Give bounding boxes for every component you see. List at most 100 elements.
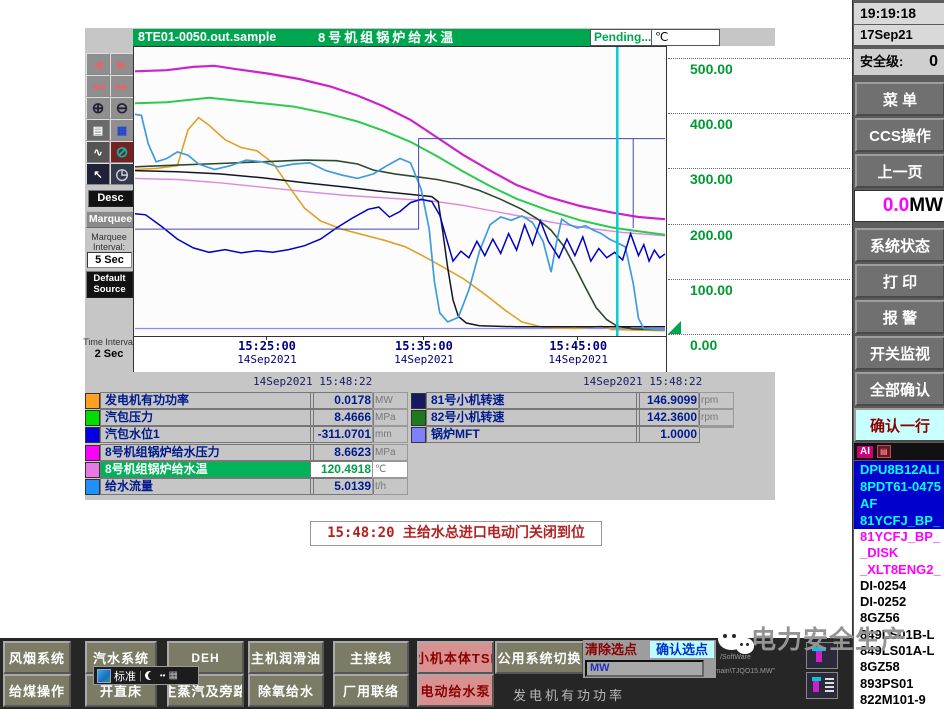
bottom-button-common-switch[interactable]: 公用系统切换: [495, 641, 584, 674]
fast-back-icon[interactable]: ◀◀: [86, 75, 110, 97]
step-back-icon[interactable]: ◀: [86, 53, 110, 75]
marquee-interval-input[interactable]: 5 Sec: [87, 252, 132, 268]
pen-value: 8.6623: [310, 443, 374, 461]
desc-button[interactable]: Desc: [88, 190, 133, 207]
table-icon[interactable]: ▦: [110, 119, 134, 141]
bottom-button-除氧给水[interactable]: 除氧给水: [248, 674, 324, 707]
pen-color-swatch: [411, 393, 426, 409]
zoom-out-icon[interactable]: ⊖: [110, 97, 134, 119]
alarm-list-item[interactable]: 893PS01: [857, 676, 944, 692]
pen-name[interactable]: 8号机组锅炉给水温: [100, 460, 314, 478]
bottom-button-小机本体TSI[interactable]: 小机本体TSI: [417, 641, 494, 674]
pen-row[interactable]: 8号机组锅炉给水压力 8.6623 MPa: [85, 443, 409, 461]
pen-name[interactable]: 给水流量: [100, 478, 314, 495]
alarm-list[interactable]: DPU8B12ALI 8PDT61-0475 AF 81YCFJ_BP_ 81YCFJ_…: [854, 461, 944, 709]
pen-name[interactable]: 发电机有功功率: [100, 392, 314, 409]
wechat-icon-small-bubble: [736, 637, 754, 654]
alarm-list-item[interactable]: DPU8B12ALI: [857, 461, 944, 478]
sidebar-button-5[interactable]: 打 印: [855, 264, 944, 298]
y-axis-column: 500.00 400.00 300.00 200.00 100.00 0.00: [668, 46, 850, 372]
fast-forward-icon[interactable]: ▶▶: [110, 75, 134, 97]
pen-unit: rpm: [698, 392, 734, 409]
pen-row[interactable]: 发电机有功功率 0.0178 MW: [85, 392, 409, 409]
unit-box[interactable]: ℃: [651, 29, 720, 46]
pen-name[interactable]: 汽包压力: [100, 409, 314, 427]
alarm-list-item[interactable]: 8GZ58: [857, 659, 944, 675]
trend-plot[interactable]: [133, 46, 667, 337]
pen-value: 142.3600: [636, 409, 700, 427]
pen-color-swatch: [411, 427, 426, 444]
sidebar-button-1[interactable]: 菜 单: [855, 82, 944, 116]
list-lines-glyph: [825, 678, 834, 692]
cursor-icon[interactable]: ↖: [86, 163, 110, 185]
zoom-in-icon[interactable]: ⊕: [86, 97, 110, 119]
pen-color-swatch: [85, 479, 100, 495]
alarm-list-item[interactable]: 822M101-9: [857, 692, 944, 708]
pen-name[interactable]: 汽包水位1: [100, 426, 314, 444]
pen-row[interactable]: 汽包水位1 -311.0701 mm: [85, 426, 409, 444]
pen-color-swatch: [85, 444, 100, 461]
pen-row[interactable]: 给水流量 5.0139 t/h: [85, 478, 409, 495]
ime-fullhalf-icon[interactable]: [148, 671, 157, 680]
pen-row[interactable]: 汽包压力 8.4666 MPa: [85, 409, 409, 427]
select-panel: 清除选点 确认选点 MW: [583, 640, 716, 678]
pen-row[interactable]: 82号小机转速 142.3600 rpm: [411, 409, 737, 427]
pen-name[interactable]: 81号小机转速: [426, 392, 640, 409]
sidebar-button-3[interactable]: 上一页: [855, 154, 944, 188]
alarm-list-item[interactable]: DI-0254: [857, 578, 944, 594]
alarm-list-item[interactable]: AF: [857, 495, 944, 512]
sidebar-button-4[interactable]: 系统状态: [855, 228, 944, 262]
pen-color-swatch: [85, 427, 100, 444]
ime-punct-icon[interactable]: ••: [160, 671, 166, 680]
watermark: 电力安全生产: [718, 620, 907, 656]
bottom-button-电动给水泵[interactable]: 电动给水泵: [417, 674, 494, 707]
pen-row[interactable]: 81号小机转速 146.9099 rpm: [411, 392, 737, 409]
y-tick-label: 500.00: [690, 61, 733, 78]
sidebar-button-8[interactable]: 全部确认: [855, 372, 944, 406]
default-source-button[interactable]: Default Source: [86, 271, 133, 298]
time-interval-value: 2 Sec: [94, 348, 124, 360]
pen-row[interactable]: 8号机组锅炉给水温 120.4918 ℃: [85, 460, 409, 478]
ack-one-line-button[interactable]: 确认一行: [854, 408, 944, 442]
sidebar-button-7[interactable]: 开关监视: [855, 336, 944, 370]
pen-row[interactable]: 锅炉MFT 1.0000: [411, 426, 737, 444]
trend-icon[interactable]: ∿: [86, 141, 110, 163]
pen-table-left: 发电机有功功率 0.0178 MW 汽包压力 8.4666 MPa 汽包水位1 -311.07…: [85, 392, 409, 497]
sample-name-bar: 8TE01-0050.out.sample: [133, 29, 315, 46]
alarm-list-item[interactable]: 81YCFJ_BP_: [857, 512, 944, 529]
report-icon[interactable]: ▤: [86, 119, 110, 141]
disable-icon[interactable]: ⊘: [110, 141, 134, 163]
bottom-button-风烟系统[interactable]: 风烟系统: [3, 641, 71, 674]
date: 17Sep21: [854, 25, 944, 45]
alarm-list-item[interactable]: _XLT8ENG2_: [857, 562, 944, 578]
bottom-button-给煤操作[interactable]: 给煤操作: [3, 674, 71, 707]
bottom-button-主机润滑油[interactable]: 主机润滑油: [248, 641, 324, 674]
confirm-select-button[interactable]: 确认选点: [650, 641, 714, 658]
alarm-list-item[interactable]: DI-0252: [857, 594, 944, 610]
alarm-badges: AI ▤: [854, 443, 944, 460]
security-level-label: 安全级:: [860, 54, 904, 69]
time-cursor-icon[interactable]: ◷: [110, 163, 134, 185]
alarm-list-item[interactable]: _DISK: [857, 545, 944, 561]
footer-strip: 14Sep2021 15:48:22 14Sep2021 15:48:22: [85, 372, 775, 390]
sidebar-button-6[interactable]: 报 警: [855, 300, 944, 334]
bottom-button-主接线[interactable]: 主接线: [333, 641, 409, 674]
pen-name[interactable]: 锅炉MFT: [426, 426, 640, 444]
ime-toolbar[interactable]: 标准 | •• ▦: [93, 666, 199, 685]
marquee-button[interactable]: Marquee: [86, 211, 135, 228]
point-unit-input[interactable]: MW: [585, 660, 704, 677]
step-forward-icon[interactable]: ▶: [110, 53, 134, 75]
trend-list-tool-icon[interactable]: [806, 672, 838, 699]
clear-select-button[interactable]: 清除选点: [585, 641, 648, 658]
bottom-button-厂用联络[interactable]: 厂用联络: [333, 674, 409, 707]
ime-mode-icon[interactable]: [97, 668, 111, 683]
alarm-list-item[interactable]: 81YCFJ_BP_: [857, 529, 944, 545]
pen-name[interactable]: 82号小机转速: [426, 409, 640, 427]
security-level-value: 0: [929, 53, 938, 70]
pen-name[interactable]: 8号机组锅炉给水压力: [100, 443, 314, 461]
pen-unit: [698, 426, 734, 429]
ime-separator: |: [139, 669, 142, 682]
ime-keyboard-icon[interactable]: ▦: [168, 670, 177, 681]
sidebar-button-2[interactable]: CCS操作: [855, 118, 944, 152]
alarm-list-item[interactable]: 8PDT61-0475: [857, 478, 944, 495]
